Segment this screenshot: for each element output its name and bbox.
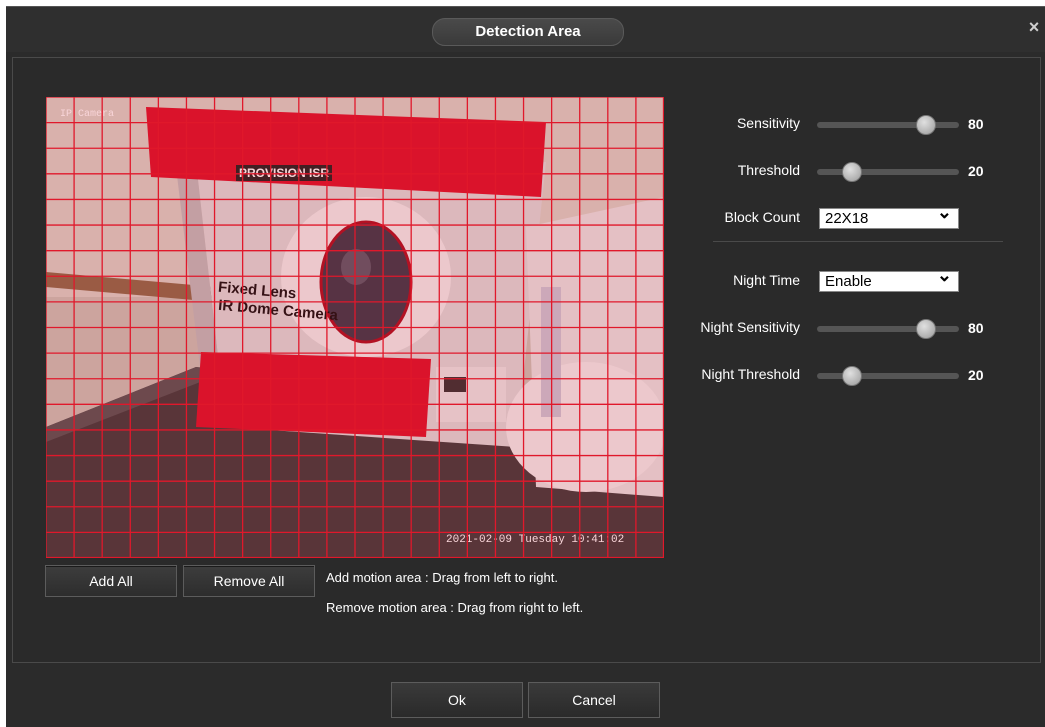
night-threshold-value: 20 bbox=[968, 367, 984, 383]
night-time-label: Night Time bbox=[733, 272, 800, 288]
help-add-motion: Add motion area : Drag from left to righ… bbox=[326, 570, 558, 585]
night-time-select[interactable]: Enable ⌄ bbox=[819, 266, 959, 292]
night-threshold-slider[interactable] bbox=[817, 366, 959, 386]
threshold-value: 20 bbox=[968, 163, 984, 179]
chevron-down-icon: ⌄ bbox=[936, 202, 952, 222]
night-sensitivity-value: 80 bbox=[968, 320, 984, 336]
slider-knob[interactable] bbox=[841, 366, 862, 386]
content-panel: IP Camera PROVISION ISR Fixed Lens IR Do… bbox=[12, 57, 1041, 663]
chevron-down-icon: ⌄ bbox=[936, 265, 952, 285]
slider-knob[interactable] bbox=[916, 115, 937, 135]
detection-area-dialog: Detection Area × Add All Remove All Add … bbox=[6, 6, 1045, 727]
block-count-label: Block Count bbox=[724, 209, 800, 225]
close-icon[interactable]: × bbox=[1026, 17, 1042, 37]
dialog-titlebar: Detection Area × bbox=[6, 7, 1045, 52]
sensitivity-slider[interactable] bbox=[817, 115, 959, 135]
night-sensitivity-label: Night Sensitivity bbox=[700, 319, 800, 335]
help-remove-motion: Remove motion area : Drag from right to … bbox=[326, 600, 584, 615]
slider-knob[interactable] bbox=[916, 319, 937, 339]
slider-knob[interactable] bbox=[841, 162, 862, 182]
settings-divider bbox=[713, 241, 1003, 242]
ok-button[interactable]: Ok bbox=[391, 682, 523, 718]
night-time-selected: Enable bbox=[825, 273, 872, 290]
add-all-button[interactable]: Add All bbox=[45, 565, 177, 597]
dialog-title: Detection Area bbox=[432, 18, 624, 46]
night-threshold-label: Night Threshold bbox=[701, 366, 800, 382]
night-sensitivity-slider[interactable] bbox=[817, 319, 959, 339]
sensitivity-label: Sensitivity bbox=[736, 115, 800, 131]
threshold-slider[interactable] bbox=[817, 162, 959, 182]
sensitivity-value: 80 bbox=[968, 116, 984, 132]
remove-all-button[interactable]: Remove All bbox=[183, 565, 315, 597]
motion-grid[interactable] bbox=[46, 97, 664, 558]
cancel-button[interactable]: Cancel bbox=[528, 682, 660, 718]
threshold-label: Threshold bbox=[737, 162, 800, 178]
block-count-selected: 22X18 bbox=[825, 210, 869, 227]
block-count-select[interactable]: 22X18 ⌄ bbox=[819, 203, 959, 229]
camera-preview[interactable]: IP Camera PROVISION ISR Fixed Lens IR Do… bbox=[46, 97, 664, 558]
